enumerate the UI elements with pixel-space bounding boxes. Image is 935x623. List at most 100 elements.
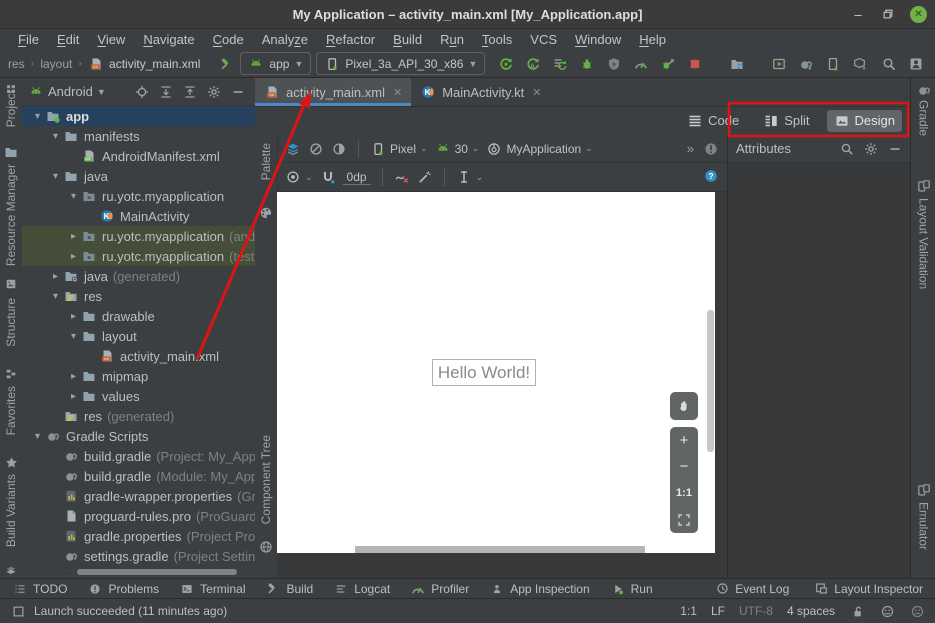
tree-chevron[interactable]: ▾ bbox=[30, 431, 45, 442]
design-surface[interactable]: Hello World! + − 1:1 bbox=[277, 192, 727, 578]
palette-icon[interactable] bbox=[255, 205, 277, 221]
issues-icon[interactable] bbox=[703, 141, 719, 157]
tree-item-gradle-wrapper-properties[interactable]: gradle-wrapper.properties(Gradle Version… bbox=[22, 486, 255, 506]
project-folder-icon[interactable] bbox=[0, 144, 22, 160]
project-view-selector[interactable]: Android bbox=[48, 84, 93, 99]
device-selector[interactable]: Pixel⌄ bbox=[370, 141, 428, 157]
tree-chevron[interactable]: ▸ bbox=[66, 311, 81, 322]
indent-setting[interactable]: 4 spaces bbox=[787, 604, 835, 618]
device-file-explorer-button[interactable] bbox=[725, 52, 749, 76]
search-everywhere-button[interactable] bbox=[877, 52, 901, 76]
design-surface-icon[interactable] bbox=[285, 141, 301, 157]
menu-item-build[interactable]: Build bbox=[385, 32, 430, 47]
tree-chevron[interactable]: ▾ bbox=[48, 291, 63, 302]
tool-window-button-logcat[interactable]: Logcat bbox=[333, 581, 390, 597]
caret-position[interactable]: 1:1 bbox=[680, 604, 697, 618]
help-icon[interactable]: ? bbox=[703, 168, 719, 184]
tree-horizontal-scrollbar[interactable] bbox=[77, 569, 237, 575]
tool-window-button-todo[interactable]: TODO bbox=[12, 581, 67, 597]
menu-item-tools[interactable]: Tools bbox=[474, 32, 520, 47]
line-separator[interactable]: LF bbox=[711, 604, 725, 618]
tool-window-button-build[interactable]: Build bbox=[266, 581, 314, 597]
tree-chevron[interactable]: ▾ bbox=[66, 191, 81, 202]
structure-icon[interactable] bbox=[0, 366, 22, 382]
tree-item-activity-main-xml[interactable]: <>activity_main.xml bbox=[22, 346, 255, 366]
menu-item-code[interactable]: Code bbox=[205, 32, 252, 47]
editor-tab-mainactivity-kt[interactable]: KMainActivity.kt✕ bbox=[411, 78, 550, 106]
menu-item-help[interactable]: Help bbox=[631, 32, 674, 47]
profile-avatar-button[interactable] bbox=[904, 52, 928, 76]
hide-panel-icon[interactable] bbox=[227, 82, 249, 102]
menu-item-edit[interactable]: Edit bbox=[49, 32, 87, 47]
expand-all-icon[interactable] bbox=[155, 82, 177, 102]
hide-panel-icon[interactable] bbox=[887, 141, 903, 157]
tree-item-java[interactable]: ▾java bbox=[22, 166, 255, 186]
zoom-out-button[interactable]: − bbox=[670, 454, 698, 481]
close-tab-icon[interactable]: ✕ bbox=[393, 86, 402, 99]
tool-window-button-run[interactable]: Run bbox=[610, 581, 653, 597]
restore-button[interactable] bbox=[880, 6, 896, 22]
resource-manager-icon[interactable] bbox=[0, 276, 22, 292]
feedback-smile-icon[interactable] bbox=[879, 603, 895, 619]
zoom-to-fit-button[interactable] bbox=[670, 507, 698, 534]
tree-item-manifests[interactable]: ▾manifests bbox=[22, 126, 255, 146]
run-button[interactable] bbox=[494, 52, 518, 76]
sidebar-item-project[interactable]: Project bbox=[0, 90, 22, 127]
panel-settings-icon[interactable] bbox=[203, 82, 225, 102]
menu-item-navigate[interactable]: Navigate bbox=[135, 32, 202, 47]
view-options-icon[interactable]: ⌄ bbox=[285, 169, 313, 185]
zoom-reset-button[interactable]: 1:1 bbox=[670, 480, 698, 507]
tree-item-mainactivity[interactable]: KMainActivity bbox=[22, 206, 255, 226]
orientation-icon[interactable] bbox=[308, 141, 324, 157]
tree-chevron[interactable]: ▾ bbox=[30, 111, 45, 122]
sdk-manager-button[interactable] bbox=[848, 52, 872, 76]
build-hammer-icon[interactable] bbox=[219, 52, 235, 76]
menu-item-file[interactable]: File bbox=[10, 32, 47, 47]
stop-button[interactable] bbox=[683, 52, 707, 76]
toolbar-overflow-icon[interactable]: » bbox=[687, 141, 694, 156]
build-variants-icon[interactable] bbox=[0, 562, 22, 578]
tree-chevron[interactable]: ▾ bbox=[48, 171, 63, 182]
default-margin-selector[interactable]: 0dp bbox=[343, 170, 371, 185]
mode-button-split[interactable]: Split bbox=[756, 110, 816, 132]
sidebar-item-build-variants[interactable]: Build Variants bbox=[0, 474, 22, 547]
apply-code-changes-button[interactable] bbox=[548, 52, 572, 76]
favorites-star-icon[interactable] bbox=[0, 454, 22, 470]
avd-manager-button[interactable] bbox=[767, 52, 791, 76]
palette-tab[interactable]: Palette bbox=[255, 143, 277, 180]
editor-tab-activity-main-xml[interactable]: <>activity_main.xml✕ bbox=[255, 78, 411, 106]
tree-item-ru-yotc-myapplication[interactable]: ▾ru.yotc.myapplication bbox=[22, 186, 255, 206]
tool-window-button-terminal[interactable]: Terminal bbox=[179, 581, 245, 597]
menu-item-analyze[interactable]: Analyze bbox=[254, 32, 316, 47]
emulator-icon[interactable] bbox=[911, 482, 935, 498]
tree-item-java[interactable]: ▸java(generated) bbox=[22, 266, 255, 286]
device-manager-button[interactable] bbox=[821, 52, 845, 76]
minimize-button[interactable]: – bbox=[850, 6, 866, 22]
run-with-coverage-button[interactable]: A bbox=[521, 52, 545, 76]
tree-item-build-gradle[interactable]: build.gradle(Module: My_Application.app) bbox=[22, 466, 255, 486]
gear-icon[interactable] bbox=[863, 141, 879, 157]
tree-item-gradle-scripts[interactable]: ▾Gradle Scripts bbox=[22, 426, 255, 446]
titlebar[interactable]: My Application – activity_main.xml [My_A… bbox=[0, 0, 935, 29]
night-mode-icon[interactable] bbox=[331, 141, 347, 157]
sidebar-item-layout-validation[interactable]: Layout Validation bbox=[911, 198, 935, 289]
tool-window-toggle-icon[interactable] bbox=[10, 603, 26, 619]
canvas-vertical-scrollbar[interactable] bbox=[707, 310, 714, 452]
breadcrumb-file[interactable]: activity_main.xml bbox=[109, 57, 200, 71]
tree-chevron[interactable]: ▸ bbox=[66, 231, 81, 242]
canvas-horizontal-scrollbar[interactable] bbox=[355, 546, 645, 553]
tree-chevron[interactable]: ▸ bbox=[48, 271, 63, 282]
tree-item-ru-yotc-myapplication[interactable]: ▸ru.yotc.myapplication(test) bbox=[22, 246, 255, 266]
mode-button-code[interactable]: Code bbox=[680, 110, 746, 132]
component-tree-icon[interactable] bbox=[255, 539, 277, 555]
profile-app-button[interactable] bbox=[656, 52, 680, 76]
sidebar-item-emulator[interactable]: Emulator bbox=[911, 502, 935, 550]
breadcrumb-layout[interactable]: layout bbox=[40, 57, 72, 71]
tree-item-settings-gradle[interactable]: settings.gradle(Project Settings) bbox=[22, 546, 255, 566]
attach-debugger-button[interactable] bbox=[602, 52, 626, 76]
gradle-icon[interactable] bbox=[911, 82, 935, 98]
tree-item-values[interactable]: ▸values bbox=[22, 386, 255, 406]
close-button[interactable]: ✕ bbox=[910, 6, 927, 23]
theme-selector[interactable]: MyApplication⌄ bbox=[486, 141, 592, 157]
collapse-all-icon[interactable] bbox=[179, 82, 201, 102]
